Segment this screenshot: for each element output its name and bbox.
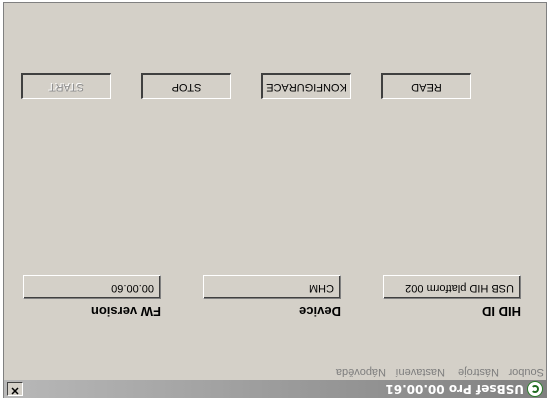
window-title: USBsef Pro 00.00.61 — [385, 382, 524, 396]
stop-button[interactable]: STOP — [141, 73, 231, 99]
menu-item-nastroje[interactable]: Nástroje — [458, 366, 499, 378]
app-window: USBsef Pro 00.00.61 ✕ Soubor Nástroje Na… — [0, 0, 548, 399]
hid-id-field: USB HID platform 002 — [383, 275, 521, 299]
device-field: CHM — [203, 275, 341, 299]
hid-id-label: HID ID — [482, 304, 521, 319]
fw-version-field: 00.00.60 — [23, 275, 161, 299]
menu-item-nastaveni[interactable]: Nastavení — [395, 366, 445, 378]
menu-item-napoveda[interactable]: Nápověda — [336, 366, 386, 378]
title-bar[interactable]: USBsef Pro 00.00.61 ✕ — [4, 380, 546, 398]
start-button[interactable]: START — [21, 73, 111, 99]
menu-item-soubor[interactable]: Soubor — [509, 366, 544, 378]
read-button[interactable]: READ — [381, 73, 471, 99]
fw-version-label: FW version — [90, 304, 161, 319]
app-icon[interactable] — [527, 381, 543, 397]
device-label: Device — [299, 304, 341, 319]
window-frame — [3, 2, 547, 398]
konfigurace-button[interactable]: KONFIGURACE — [261, 73, 351, 99]
close-button[interactable]: ✕ — [7, 382, 23, 396]
